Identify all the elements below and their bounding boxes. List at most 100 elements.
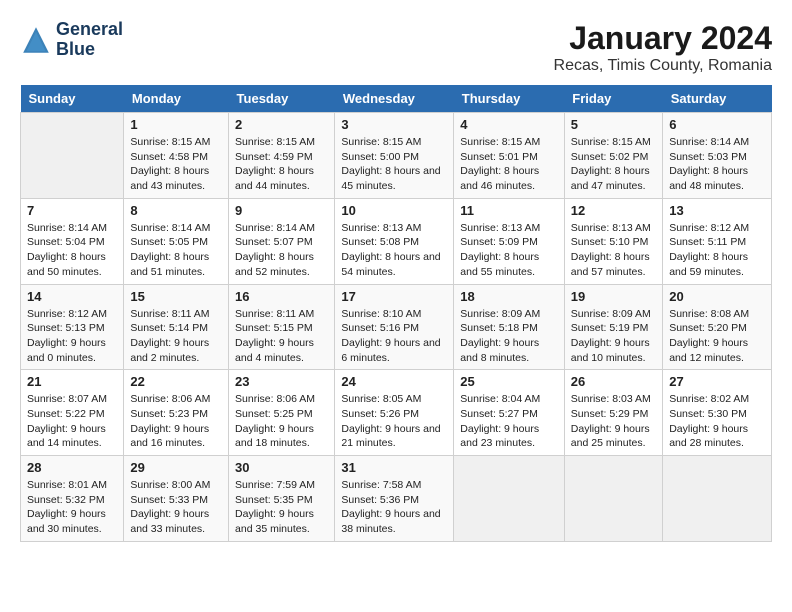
calendar-week-3: 14 Sunrise: 8:12 AMSunset: 5:13 PMDayligh… [21,284,772,370]
calendar-table: SundayMondayTuesdayWednesdayThursdayFrid… [20,85,772,542]
calendar-cell: 14 Sunrise: 8:12 AMSunset: 5:13 PMDayligh… [21,284,124,370]
page-title: January 2024 [554,20,772,57]
day-number: 26 [571,374,656,389]
calendar-cell: 16 Sunrise: 8:11 AMSunset: 5:15 PMDayligh… [229,284,335,370]
day-number: 19 [571,289,656,304]
day-info: Sunrise: 8:09 AMSunset: 5:19 PMDaylight:… [571,307,656,366]
calendar-week-4: 21Sunrise: 8:07 AMSunset: 5:22 PMDayligh… [21,370,772,456]
calendar-cell: 25 Sunrise: 8:04 AMSunset: 5:27 PMDayligh… [454,370,565,456]
calendar-cell: 11Sunrise: 8:13 AMSunset: 5:09 PMDayligh… [454,198,565,284]
day-number: 17 [341,289,447,304]
day-info: Sunrise: 8:10 AMSunset: 5:16 PMDaylight:… [341,307,447,366]
day-info: Sunrise: 7:59 AMSunset: 5:35 PMDaylight:… [235,478,328,537]
day-info: Sunrise: 8:00 AMSunset: 5:33 PMDaylight:… [130,478,222,537]
calendar-cell [663,456,772,542]
day-number: 18 [460,289,558,304]
calendar-cell: 9 Sunrise: 8:14 AMSunset: 5:07 PMDaylight… [229,198,335,284]
day-info: Sunrise: 8:15 AMSunset: 5:01 PMDaylight:… [460,135,558,194]
day-number: 24 [341,374,447,389]
day-number: 25 [460,374,558,389]
calendar-cell: 30 Sunrise: 7:59 AMSunset: 5:35 PMDayligh… [229,456,335,542]
calendar-cell: 21Sunrise: 8:07 AMSunset: 5:22 PMDayligh… [21,370,124,456]
header-monday: Monday [124,85,229,113]
day-number: 4 [460,117,558,132]
calendar-cell: 7Sunrise: 8:14 AMSunset: 5:04 PMDaylight… [21,198,124,284]
day-number: 9 [235,203,328,218]
calendar-cell: 29 Sunrise: 8:00 AMSunset: 5:33 PMDayligh… [124,456,229,542]
day-number: 30 [235,460,328,475]
day-info: Sunrise: 8:11 AMSunset: 5:15 PMDaylight:… [235,307,328,366]
logo: General Blue [20,20,123,60]
day-info: Sunrise: 8:14 AMSunset: 5:07 PMDaylight:… [235,221,328,280]
calendar-cell [21,113,124,199]
day-info: Sunrise: 8:06 AMSunset: 5:23 PMDaylight:… [130,392,222,451]
day-info: Sunrise: 8:05 AMSunset: 5:26 PMDaylight:… [341,392,447,451]
logo-line2: Blue [56,40,123,60]
logo-icon [20,24,52,56]
day-info: Sunrise: 7:58 AMSunset: 5:36 PMDaylight:… [341,478,447,537]
day-info: Sunrise: 8:14 AMSunset: 5:05 PMDaylight:… [130,221,222,280]
day-number: 23 [235,374,328,389]
page-subtitle: Recas, Timis County, Romania [554,57,772,75]
calendar-cell: 3 Sunrise: 8:15 AMSunset: 5:00 PMDaylight… [335,113,454,199]
calendar-cell: 2 Sunrise: 8:15 AMSunset: 4:59 PMDaylight… [229,113,335,199]
day-number: 14 [27,289,117,304]
header-wednesday: Wednesday [335,85,454,113]
calendar-cell: 15Sunrise: 8:11 AMSunset: 5:14 PMDayligh… [124,284,229,370]
day-info: Sunrise: 8:03 AMSunset: 5:29 PMDaylight:… [571,392,656,451]
calendar-cell: 31 Sunrise: 7:58 AMSunset: 5:36 PMDayligh… [335,456,454,542]
calendar-cell: 17 Sunrise: 8:10 AMSunset: 5:16 PMDayligh… [335,284,454,370]
calendar-cell: 20 Sunrise: 8:08 AMSunset: 5:20 PMDayligh… [663,284,772,370]
day-info: Sunrise: 8:13 AMSunset: 5:08 PMDaylight:… [341,221,447,280]
calendar-header-row: SundayMondayTuesdayWednesdayThursdayFrid… [21,85,772,113]
day-number: 2 [235,117,328,132]
day-number: 27 [669,374,765,389]
day-info: Sunrise: 8:14 AMSunset: 5:03 PMDaylight:… [669,135,765,194]
day-number: 15 [130,289,222,304]
day-info: Sunrise: 8:04 AMSunset: 5:27 PMDaylight:… [460,392,558,451]
calendar-cell: 26 Sunrise: 8:03 AMSunset: 5:29 PMDayligh… [564,370,662,456]
day-info: Sunrise: 8:07 AMSunset: 5:22 PMDaylight:… [27,392,117,451]
calendar-cell [454,456,565,542]
day-number: 1 [130,117,222,132]
header-thursday: Thursday [454,85,565,113]
calendar-cell [564,456,662,542]
day-info: Sunrise: 8:15 AMSunset: 5:02 PMDaylight:… [571,135,656,194]
calendar-cell: 6 Sunrise: 8:14 AMSunset: 5:03 PMDaylight… [663,113,772,199]
page-header: General Blue January 2024 Recas, Timis C… [20,20,772,75]
day-number: 31 [341,460,447,475]
header-tuesday: Tuesday [229,85,335,113]
calendar-cell: 12 Sunrise: 8:13 AMSunset: 5:10 PMDayligh… [564,198,662,284]
day-info: Sunrise: 8:09 AMSunset: 5:18 PMDaylight:… [460,307,558,366]
day-number: 6 [669,117,765,132]
calendar-cell: 24 Sunrise: 8:05 AMSunset: 5:26 PMDayligh… [335,370,454,456]
calendar-cell: 19 Sunrise: 8:09 AMSunset: 5:19 PMDayligh… [564,284,662,370]
calendar-cell: 10Sunrise: 8:13 AMSunset: 5:08 PMDayligh… [335,198,454,284]
day-number: 12 [571,203,656,218]
day-info: Sunrise: 8:08 AMSunset: 5:20 PMDaylight:… [669,307,765,366]
day-info: Sunrise: 8:15 AMSunset: 4:59 PMDaylight:… [235,135,328,194]
day-info: Sunrise: 8:02 AMSunset: 5:30 PMDaylight:… [669,392,765,451]
day-info: Sunrise: 8:13 AMSunset: 5:10 PMDaylight:… [571,221,656,280]
day-info: Sunrise: 8:06 AMSunset: 5:25 PMDaylight:… [235,392,328,451]
day-number: 11 [460,203,558,218]
day-info: Sunrise: 8:15 AMSunset: 5:00 PMDaylight:… [341,135,447,194]
calendar-cell: 1 Sunrise: 8:15 AMSunset: 4:58 PMDaylight… [124,113,229,199]
day-number: 3 [341,117,447,132]
day-info: Sunrise: 8:15 AMSunset: 4:58 PMDaylight:… [130,135,222,194]
day-info: Sunrise: 8:12 AMSunset: 5:11 PMDaylight:… [669,221,765,280]
calendar-cell: 28Sunrise: 8:01 AMSunset: 5:32 PMDayligh… [21,456,124,542]
calendar-cell: 13Sunrise: 8:12 AMSunset: 5:11 PMDayligh… [663,198,772,284]
day-number: 7 [27,203,117,218]
day-number: 20 [669,289,765,304]
calendar-cell: 4 Sunrise: 8:15 AMSunset: 5:01 PMDaylight… [454,113,565,199]
calendar-week-1: 1 Sunrise: 8:15 AMSunset: 4:58 PMDaylight… [21,113,772,199]
day-info: Sunrise: 8:12 AMSunset: 5:13 PMDaylight:… [27,307,117,366]
calendar-week-5: 28Sunrise: 8:01 AMSunset: 5:32 PMDayligh… [21,456,772,542]
day-number: 16 [235,289,328,304]
day-number: 29 [130,460,222,475]
calendar-cell: 22 Sunrise: 8:06 AMSunset: 5:23 PMDayligh… [124,370,229,456]
calendar-cell: 8Sunrise: 8:14 AMSunset: 5:05 PMDaylight… [124,198,229,284]
header-saturday: Saturday [663,85,772,113]
day-number: 22 [130,374,222,389]
